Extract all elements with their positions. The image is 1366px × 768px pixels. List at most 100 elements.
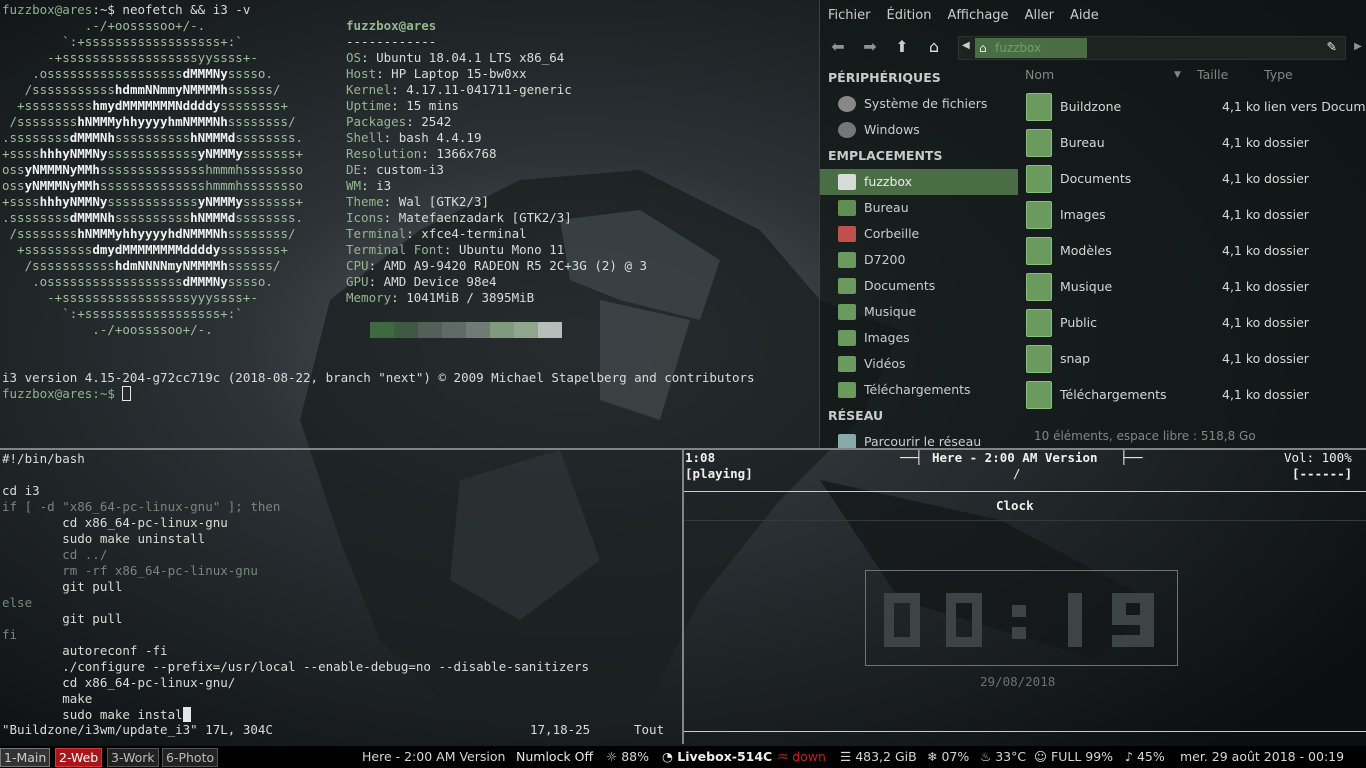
sidebar-item-fuzzbox[interactable]: fuzzbox [820, 169, 1018, 195]
info-value: xfce4-terminal [421, 226, 527, 241]
file-type: dossier [1264, 135, 1309, 150]
file-row[interactable]: Bureau 4,1 ko dossier [1020, 125, 1366, 161]
column-type[interactable]: Type [1264, 62, 1293, 88]
menu-aller[interactable]: Aller [1017, 8, 1062, 23]
sidebar-item-telechargements[interactable]: Téléchargements [820, 377, 1018, 403]
info-colon: : [421, 146, 437, 161]
file-row[interactable]: Modèles 4,1 ko dossier [1020, 233, 1366, 269]
menu-affichage[interactable]: Affichage [939, 8, 1016, 23]
terminal-vim[interactable]: #!/bin/bash cd i3 if [ -d "x86_64-pc-linux… [0, 450, 682, 744]
info-line: Icons: Matefaenzadark [GTK2/3] [346, 210, 572, 226]
prompt-user: fuzzbox@ares [2, 2, 93, 17]
sidebar-item-bureau[interactable]: Bureau [820, 195, 1018, 221]
documents-folder-icon [838, 278, 856, 294]
path-crumb-home[interactable]: ⌂ fuzzbox [975, 38, 1087, 58]
vim-line: cd ../ [2, 547, 108, 562]
numlock-status: Numlock Off [516, 749, 594, 764]
file-row[interactable]: Public 4,1 ko dossier [1020, 305, 1366, 341]
file-size: 4,1 ko [1222, 387, 1261, 402]
file-size: 4,1 ko [1222, 171, 1261, 186]
home-crumb-icon: ⌂ [979, 41, 987, 55]
sidebar-header-devices: PÉRIPHÉRIQUES [828, 70, 941, 85]
sidebar-item-corbeille[interactable]: Corbeille [820, 221, 1018, 247]
color-palette [370, 322, 562, 338]
sidebar-item-images[interactable]: Images [820, 325, 1018, 351]
ethernet-icon: ♒ [777, 749, 789, 764]
logo-line: /sssssssshNMMMyhhyyyyhdNMMMNhssssssss/ [2, 226, 296, 241]
path-scroll-right-icon[interactable]: ▶ [1346, 36, 1366, 58]
file-row[interactable]: Buildzone 4,1 kolien vers Document [1020, 89, 1366, 125]
forward-arrow-icon[interactable]: ➡ [858, 36, 882, 58]
file-row[interactable]: Téléchargements 4,1 ko dossier [1020, 377, 1366, 413]
back-arrow-icon[interactable]: ⬅ [826, 36, 850, 58]
file-row[interactable]: Images 4,1 ko dossier [1020, 197, 1366, 233]
brightness-icon: ☼ [606, 749, 618, 764]
home-icon[interactable]: ⌂ [922, 36, 946, 58]
file-size: 4,1 ko [1222, 315, 1261, 330]
file-row[interactable]: snap 4,1 ko dossier [1020, 341, 1366, 377]
file-name: Modèles [1060, 243, 1112, 258]
terminal-neofetch[interactable]: fuzzbox@ares:~$ neofetch && i3 -v .-/+oo… [0, 0, 820, 448]
sidebar-header-places: EMPLACEMENTS [828, 148, 943, 163]
title-right-deco: ├── [1120, 450, 1143, 465]
desktop-icon [838, 200, 856, 216]
vim-line: git pull [2, 611, 123, 626]
info-colon: : [383, 130, 399, 145]
file-size: 4,1 ko [1222, 207, 1261, 222]
sidebar-item-filesystem[interactable]: Système de fichiers [820, 91, 1018, 117]
workspace-2-web[interactable]: 2-Web [55, 748, 103, 767]
workspace-3-work[interactable]: 3-Work [107, 748, 159, 767]
column-name[interactable]: Nom [1025, 62, 1054, 88]
vim-line: rm -rf x86_64-pc-linux-gnu [2, 563, 258, 578]
pane-separator [819, 0, 820, 448]
battery: ☺ FULL 99% [1034, 746, 1113, 768]
info-colon: : [376, 66, 392, 81]
sidebar-item-windows[interactable]: Windows [820, 117, 1018, 143]
logo-line: ossyNMMMNyMMhsssssssssssssshmmmhssssssso [2, 162, 304, 177]
menu-bar: Fichier Édition Affichage Aller Aide [820, 0, 1366, 30]
workspace-6-photo[interactable]: 6-Photo [162, 748, 219, 767]
menu-fichier[interactable]: Fichier [820, 8, 879, 23]
info-line: OS: Ubuntu 18.04.1 LTS x86_64 [346, 50, 564, 66]
file-size: 4,1 ko [1222, 351, 1261, 366]
path-scroll-left-icon[interactable]: ◀ [962, 40, 970, 51]
cpu-load-value: 07% [941, 749, 970, 764]
info-key: Host [346, 66, 377, 81]
file-size: 4,1 ko [1222, 243, 1261, 258]
sidebar-item-d7200[interactable]: D7200 [820, 247, 1018, 273]
terminal-ncmpcpp[interactable]: 1:08 [playing] ──┤ Here - 2:00 AM Versio… [684, 450, 1366, 744]
clock-display [865, 570, 1178, 666]
videos-folder-icon [838, 356, 856, 372]
sidebar-item-musique[interactable]: Musique [820, 299, 1018, 325]
logo-line: +ssssssssshmydMMMMMMMNddddyssssssss+ [2, 98, 288, 113]
folder-icon [1026, 237, 1052, 265]
folder-icon [1026, 381, 1052, 409]
info-key: Theme [346, 194, 384, 209]
file-row[interactable]: Documents 4,1 ko dossier [1020, 161, 1366, 197]
info-value: 4.17.11-041711-generic [406, 82, 572, 97]
menu-edition[interactable]: Édition [879, 8, 940, 23]
sidebar-item-videos[interactable]: Vidéos [820, 351, 1018, 377]
info-colon: : [383, 194, 399, 209]
info-line: Host: HP Laptop 15-bw0xx [346, 66, 527, 82]
up-arrow-icon[interactable]: ⬆ [890, 36, 914, 58]
file-row[interactable]: Musique 4,1 ko dossier [1020, 269, 1366, 305]
palette-swatch [370, 322, 394, 338]
temperature: ♨ 33°C [980, 746, 1026, 768]
vim-line: git pull [2, 579, 123, 594]
column-headers: Nom ▼ Taille Type [1020, 62, 1366, 88]
prompt-line-2: fuzzbox@ares:~$ [2, 386, 132, 402]
edit-path-icon[interactable]: ✎ [1327, 39, 1337, 54]
file-size: 4,1 ko [1222, 99, 1261, 114]
info-value: Matefaenzadark [GTK2/3] [398, 210, 572, 225]
sidebar-item-documents[interactable]: Documents [820, 273, 1018, 299]
ethernet-status: down [792, 749, 826, 764]
logo-line: .-/+oossssoo+/-. [2, 322, 213, 337]
column-size[interactable]: Taille [1197, 62, 1228, 88]
info-line: Theme: Wal [GTK2/3] [346, 194, 489, 210]
sidebar-item-browse-network[interactable]: Parcourir le réseau [820, 429, 1018, 448]
menu-aide[interactable]: Aide [1062, 8, 1107, 23]
file-manager-window[interactable]: Fichier Édition Affichage Aller Aide ⬅ ➡… [820, 0, 1366, 448]
workspace-1-main[interactable]: 1-Main [0, 748, 51, 767]
palette-swatch [418, 322, 442, 338]
